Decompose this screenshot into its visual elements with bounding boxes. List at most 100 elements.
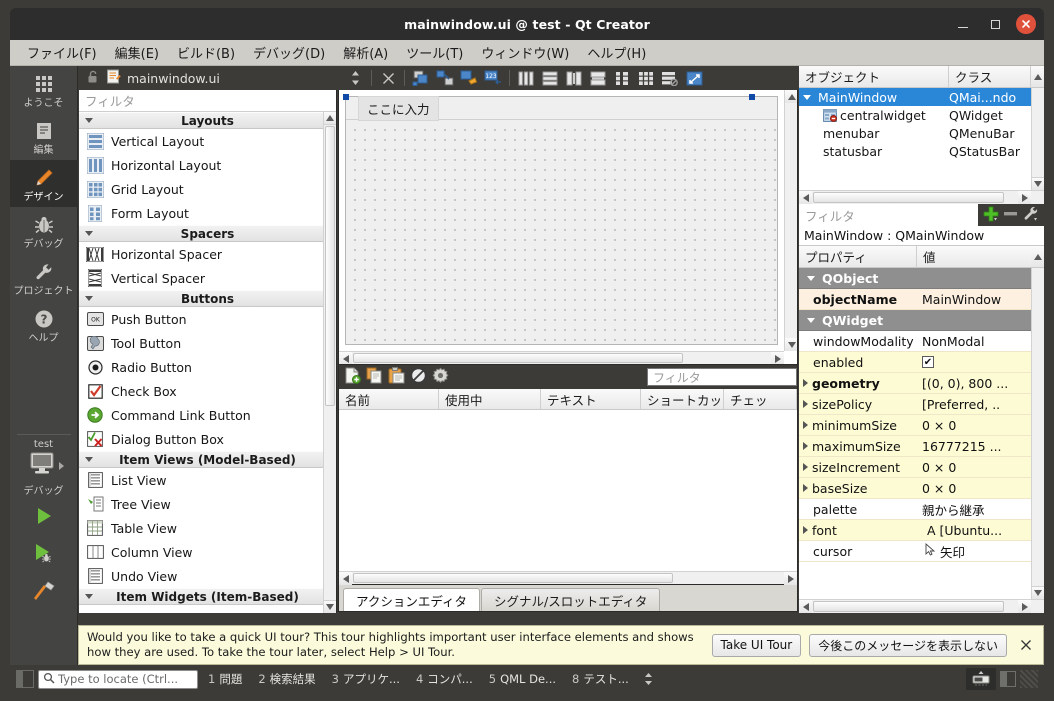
kit-selector[interactable]: test デバッグ xyxy=(10,439,78,497)
object-tree-hscroll-thumb[interactable] xyxy=(813,192,1004,203)
gear-icon[interactable] xyxy=(432,367,449,387)
form-design-area[interactable]: ここに入力 xyxy=(338,90,798,365)
run-button[interactable] xyxy=(10,497,78,535)
widget-item-command-link-button[interactable]: Command Link Button xyxy=(79,403,336,427)
break-layout-icon[interactable] xyxy=(659,68,681,88)
action-editor-filter[interactable]: フィルタ xyxy=(647,368,797,386)
menu-edit[interactable]: 編集(E) xyxy=(106,41,168,64)
property-group-qobject[interactable]: QObject xyxy=(799,268,1044,289)
buddies-icon[interactable] xyxy=(458,68,480,88)
property-value[interactable]: 16777215 ... xyxy=(917,439,1044,454)
property-scroll-up[interactable] xyxy=(1031,246,1044,267)
sidebar-item-projects[interactable]: プロジェクト xyxy=(10,254,78,301)
menu-help[interactable]: ヘルプ(H) xyxy=(578,41,655,64)
property-row-windowmodality[interactable]: windowModality NonModal xyxy=(799,331,1044,352)
tab-action-editor[interactable]: アクションエディタ xyxy=(343,588,481,611)
property-value[interactable]: 0 × 0 xyxy=(917,418,1044,433)
widget-item-dialog-button-box[interactable]: Dialog Button Box xyxy=(79,427,336,451)
form-canvas[interactable]: ここに入力 xyxy=(345,95,778,345)
scroll-down-icon[interactable] xyxy=(324,600,336,613)
scroll-down-icon[interactable] xyxy=(1032,586,1044,599)
layout-grid-icon[interactable] xyxy=(635,68,657,88)
menubar-type-here-placeholder[interactable]: ここに入力 xyxy=(358,95,439,121)
sidebar-item-debug[interactable]: デバッグ xyxy=(10,207,78,254)
tab-signal-slot-editor[interactable]: シグナル/スロットエディタ xyxy=(481,588,661,611)
take-ui-tour-button[interactable]: Take UI Tour xyxy=(711,633,802,657)
object-tree-hscrollbar[interactable] xyxy=(799,190,1044,204)
action-column-checkable[interactable]: チェッ xyxy=(724,389,797,409)
build-button[interactable] xyxy=(10,573,78,611)
property-row-basesize[interactable]: baseSize 0 × 0 xyxy=(799,478,1044,499)
property-row-sizepolicy[interactable]: sizePolicy [Preferred, .. xyxy=(799,394,1044,415)
table-row[interactable]: MainWindow QMai...ndo xyxy=(799,88,1044,106)
form-central-widget[interactable] xyxy=(346,121,777,344)
menu-debug[interactable]: デバッグ(D) xyxy=(244,41,334,64)
minimize-button[interactable] xyxy=(952,13,974,35)
property-group-qwidget[interactable]: QWidget xyxy=(799,310,1044,331)
layout-form-icon[interactable] xyxy=(611,68,633,88)
property-row-maximumsize[interactable]: maximumSize 16777215 ... xyxy=(799,436,1044,457)
form-horizontal-scrollbar[interactable] xyxy=(339,351,784,364)
widget-item-check-box[interactable]: Check Box xyxy=(79,379,336,403)
output-pane-qml-debugger[interactable]: 5 QML De... xyxy=(483,672,562,686)
sidebar-item-edit[interactable]: 編集 xyxy=(10,113,78,160)
plus-icon[interactable] xyxy=(983,206,999,225)
output-pane-compile[interactable]: 4 コンパ... xyxy=(410,671,479,687)
property-value[interactable]: [Preferred, .. xyxy=(917,397,1044,412)
scroll-right-icon[interactable] xyxy=(771,352,784,364)
widget-group-item-widgets[interactable]: Item Widgets (Item-Based) xyxy=(79,588,336,605)
widget-item-undo-view[interactable]: Undo View xyxy=(79,564,336,588)
property-row-objectname[interactable]: objectName MainWindow xyxy=(799,289,1044,310)
menu-tools[interactable]: ツール(T) xyxy=(397,41,472,64)
property-hscrollbar[interactable] xyxy=(799,599,1044,613)
form-menubar[interactable]: ここに入力 xyxy=(346,95,777,121)
widget-item-table-view[interactable]: Table View xyxy=(79,516,336,540)
resize-handle-top-left[interactable] xyxy=(343,94,349,100)
widget-item-tree-view[interactable]: Tree View xyxy=(79,492,336,516)
widget-item-horizontal-layout[interactable]: Horizontal Layout xyxy=(79,153,336,177)
output-pane-problems[interactable]: 1 問題 xyxy=(202,671,248,687)
scroll-up-icon[interactable] xyxy=(785,90,797,103)
property-row-cursor[interactable]: cursor 矢印 xyxy=(799,541,1044,562)
adjust-size-icon[interactable] xyxy=(683,68,705,88)
output-pane-test-results[interactable]: 8 テスト... xyxy=(566,671,635,687)
sidebar-visibility-toggle[interactable] xyxy=(16,670,34,688)
chevron-right-icon[interactable] xyxy=(803,442,808,450)
scroll-right-icon[interactable] xyxy=(1018,600,1031,613)
wrench-icon[interactable] xyxy=(1022,206,1039,225)
scroll-up-icon[interactable] xyxy=(324,112,336,125)
menu-build[interactable]: ビルド(B) xyxy=(168,41,244,64)
resize-handle-top-right[interactable] xyxy=(749,94,755,100)
widget-item-column-view[interactable]: Column View xyxy=(79,540,336,564)
close-x-icon[interactable] xyxy=(377,68,399,88)
widget-group-spacers[interactable]: Spacers xyxy=(79,225,336,242)
property-value[interactable]: MainWindow xyxy=(917,292,1044,307)
widget-group-item-views[interactable]: Item Views (Model-Based) xyxy=(79,451,336,468)
property-value[interactable]: 親から継承 xyxy=(917,500,1044,519)
sidebar-toggle[interactable] xyxy=(1000,671,1016,687)
edit-widgets-icon[interactable] xyxy=(410,68,432,88)
tab-order-icon[interactable]: 123 xyxy=(482,68,504,88)
scroll-right-icon[interactable] xyxy=(1018,191,1031,204)
dismiss-message-button[interactable]: 今後このメッセージを表示しない xyxy=(809,633,1007,657)
property-vscrollbar[interactable] xyxy=(1031,268,1044,599)
widget-item-form-layout[interactable]: Form Layout xyxy=(79,201,336,225)
widget-box-filter[interactable]: フィルタ xyxy=(79,90,336,112)
property-value[interactable]: 0 × 0 xyxy=(917,460,1044,475)
widget-box-scroll-thumb[interactable] xyxy=(325,126,335,406)
paste-icon[interactable] xyxy=(388,367,405,387)
debug-button[interactable] xyxy=(10,535,78,573)
chevron-right-icon[interactable] xyxy=(803,526,808,534)
property-value[interactable]: 0 × 0 xyxy=(917,481,1044,496)
widget-item-tool-button[interactable]: Tool Button xyxy=(79,331,336,355)
property-row-minimumsize[interactable]: minimumSize 0 × 0 xyxy=(799,415,1044,436)
scroll-left-icon[interactable] xyxy=(799,191,812,204)
action-editor-rows[interactable] xyxy=(339,410,797,570)
menu-file[interactable]: ファイル(F) xyxy=(18,41,106,64)
action-column-used[interactable]: 使用中 xyxy=(439,389,541,409)
maximize-button[interactable] xyxy=(984,13,1006,35)
property-column-name[interactable]: プロパティ xyxy=(799,246,917,267)
property-row-geometry[interactable]: geometry [(0, 0), 800 ... xyxy=(799,373,1044,394)
chevron-right-icon[interactable] xyxy=(803,421,808,429)
chevron-right-icon[interactable] xyxy=(803,463,808,471)
